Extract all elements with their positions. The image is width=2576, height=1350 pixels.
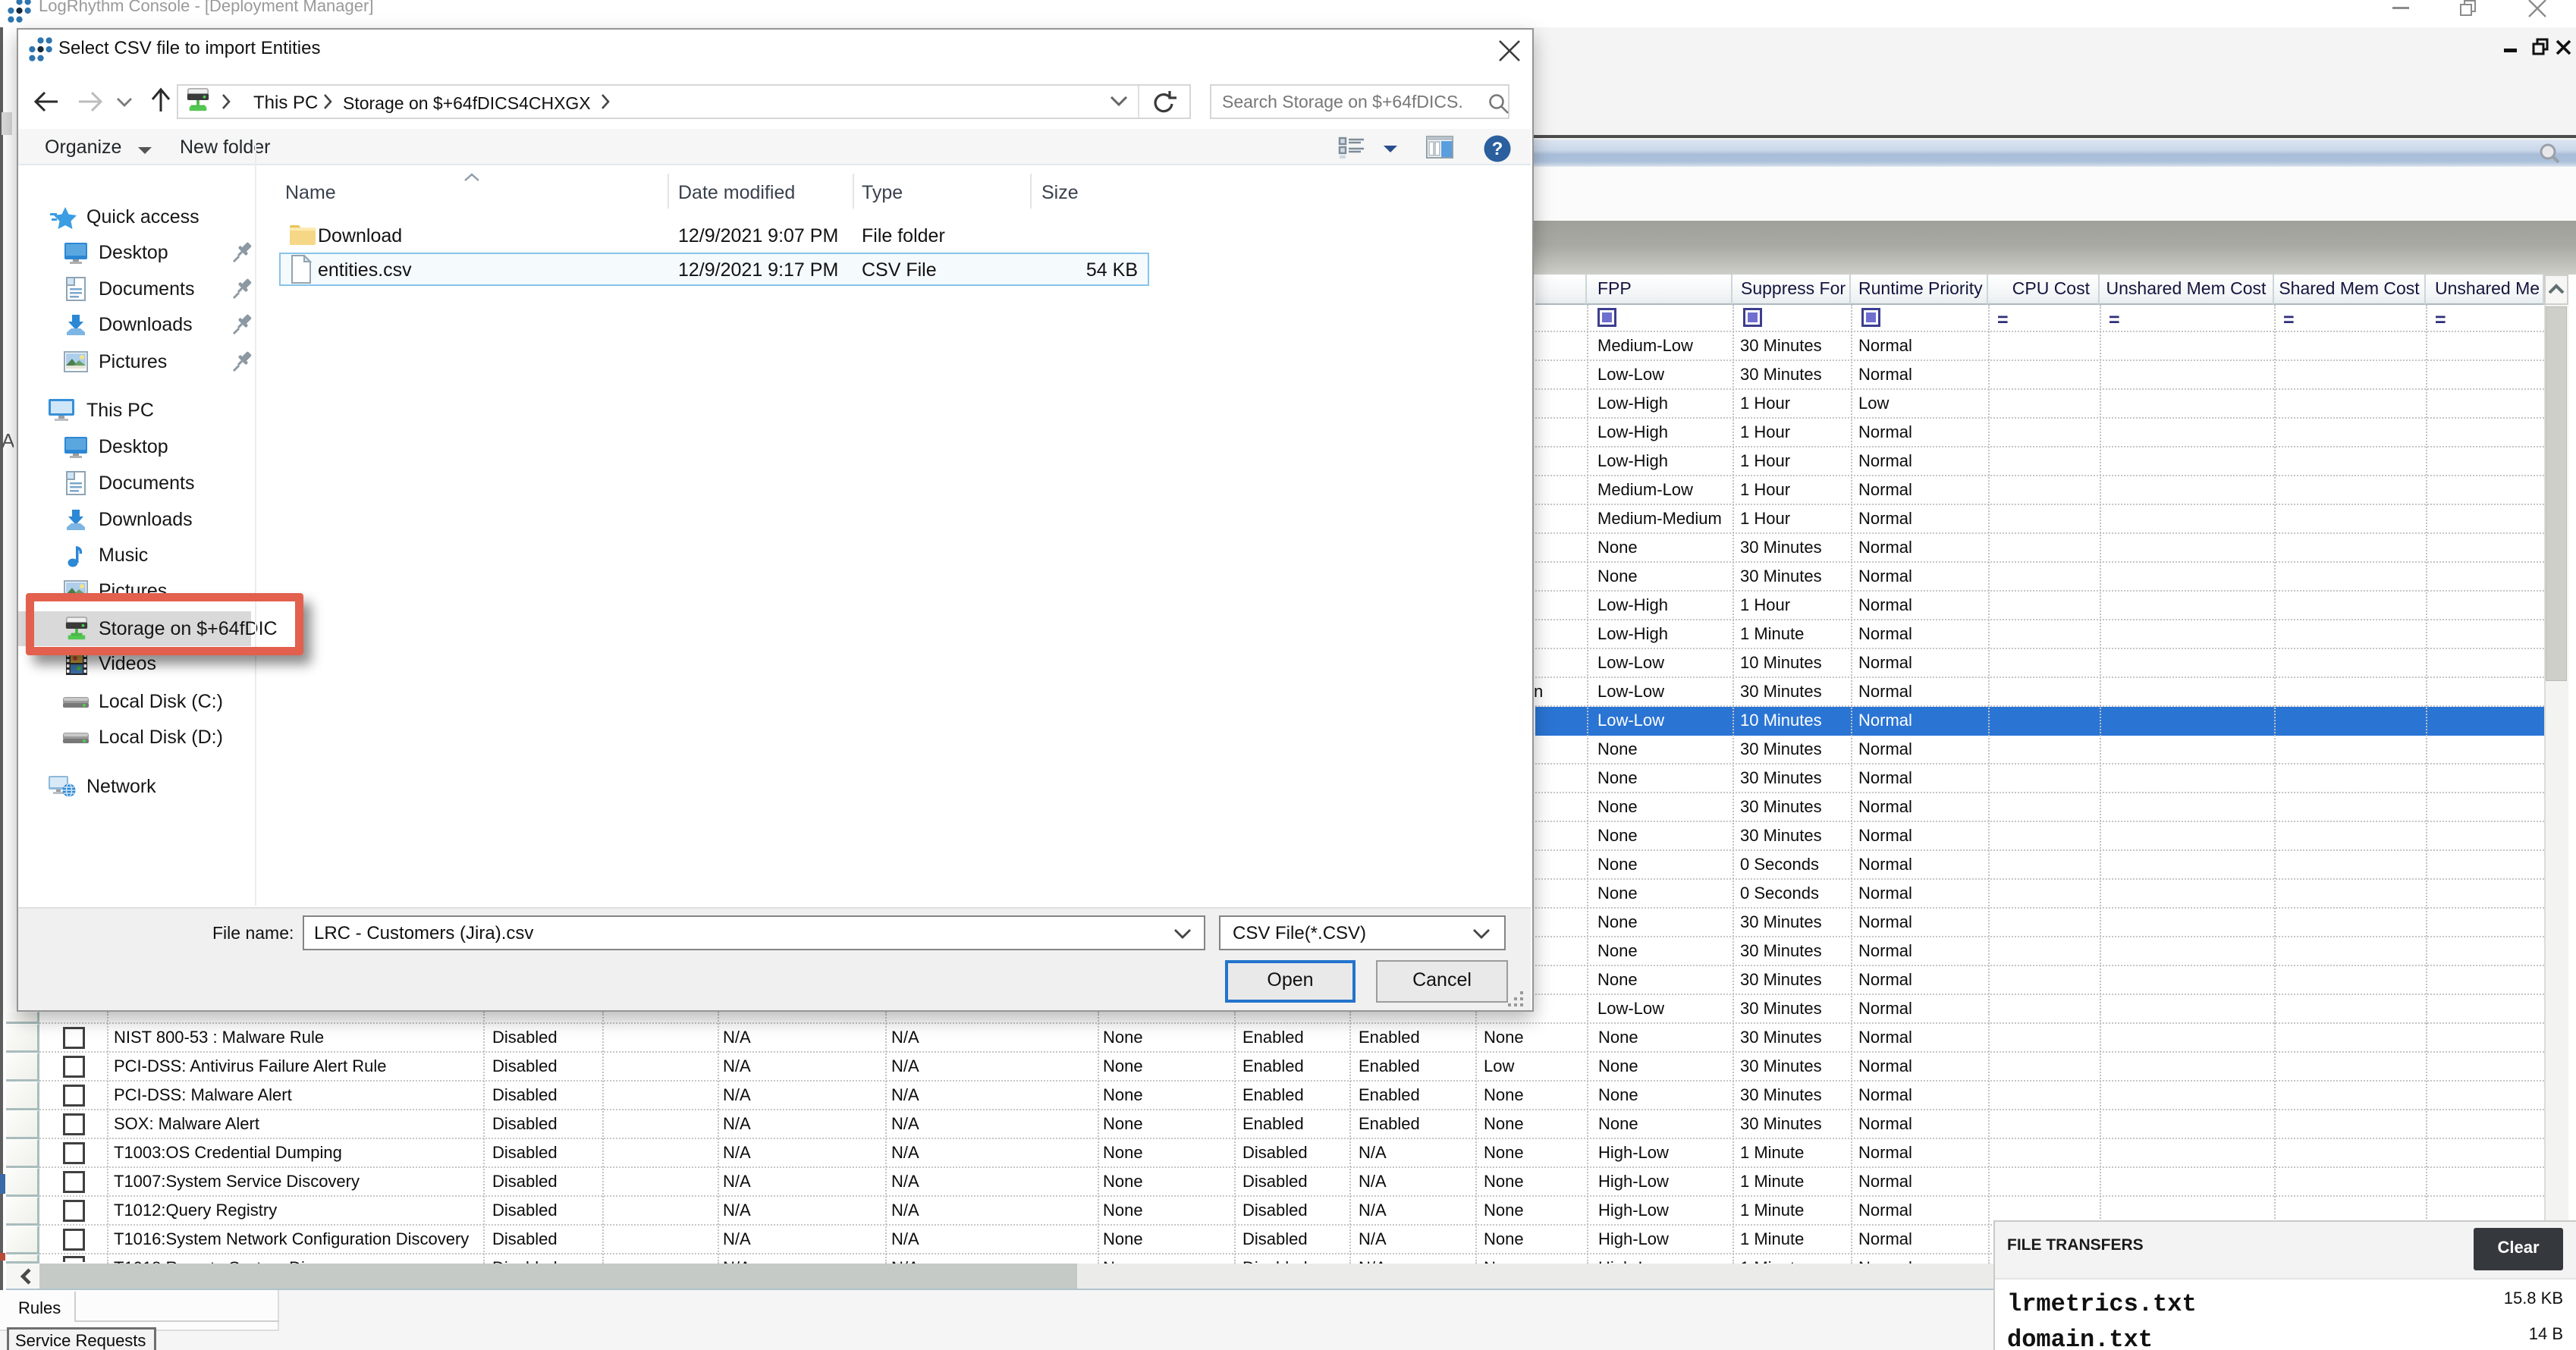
svg-text:?: ?	[1492, 139, 1503, 159]
